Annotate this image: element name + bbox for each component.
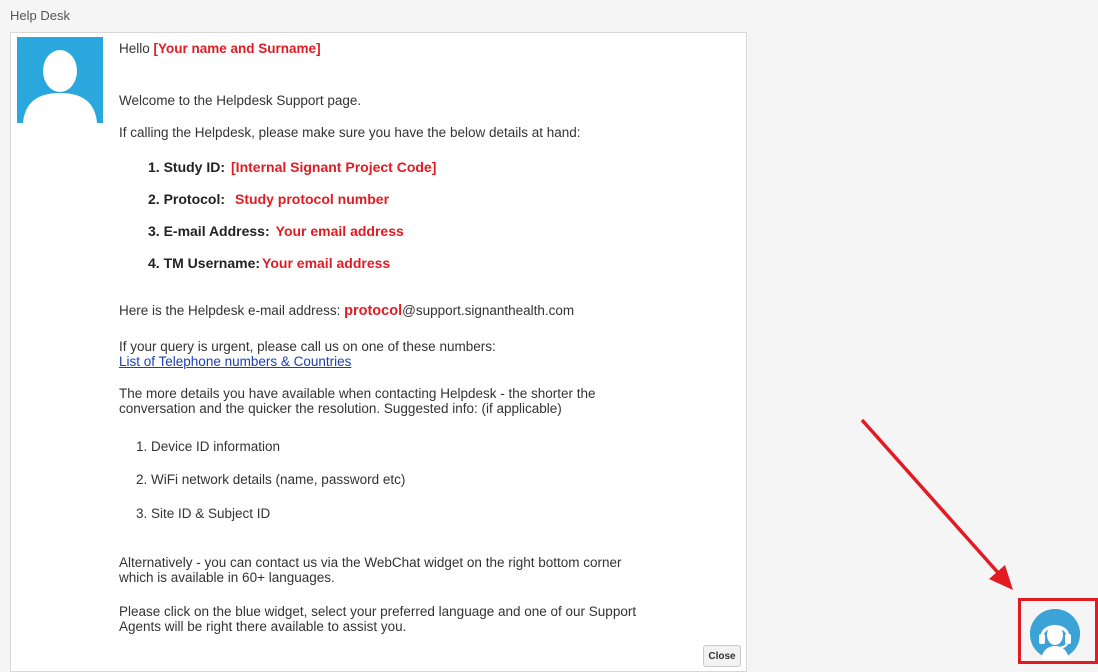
- suggested-item: 1. Device ID information: [136, 439, 281, 454]
- helpdesk-panel: Hello [Your name and Surname] Welcome to…: [10, 32, 747, 672]
- detail-email: 3. E-mail Address: Your email address: [148, 223, 404, 239]
- detail-value: [Internal Signant Project Code]: [231, 159, 437, 175]
- suggested-item: 2. WiFi network details (name, password …: [136, 472, 406, 487]
- detail-label: 4. TM Username:: [148, 255, 261, 271]
- red-arrow-annotation-icon: [860, 418, 1013, 590]
- welcome-text: Welcome to the Helpdesk Support page.: [119, 93, 362, 108]
- detail-label: 3. E-mail Address:: [148, 223, 270, 239]
- detail-label: 2. Protocol:: [148, 191, 226, 207]
- detail-protocol: 2. Protocol: Study protocol number: [148, 191, 389, 207]
- title-bar: Help Desk: [0, 0, 1098, 30]
- support-agent-icon: [1030, 609, 1080, 659]
- detail-value: Your email address: [262, 255, 391, 271]
- detail-value: Study protocol number: [235, 191, 390, 207]
- greeting-line: Hello [Your name and Surname]: [119, 41, 321, 57]
- user-avatar-icon: [17, 37, 103, 123]
- email-domain: @support.signanthealth.com: [402, 303, 575, 318]
- urgent-text: If your query is urgent, please call us …: [119, 339, 496, 354]
- email-highlight: protocol: [344, 303, 403, 319]
- webchat-line-1: Alternatively - you can contact us via t…: [119, 555, 622, 570]
- calling-text: If calling the Helpdesk, please make sur…: [119, 125, 581, 140]
- more-details-line-2: conversation and the quicker the resolut…: [119, 401, 562, 416]
- detail-tm-username: 4. TM Username: Your email address: [148, 255, 390, 271]
- phone-numbers-link[interactable]: List of Telephone numbers & Countries: [119, 354, 351, 370]
- widget-line-2: Agents will be right there available to …: [119, 619, 407, 634]
- hello-text: Hello: [119, 41, 150, 56]
- name-placeholder: [Your name and Surname]: [153, 41, 321, 56]
- suggested-item: 3. Site ID & Subject ID: [136, 506, 271, 521]
- detail-study-id: 1. Study ID: [Internal Signant Project Co…: [148, 159, 436, 175]
- detail-value: Your email address: [275, 223, 404, 239]
- more-details-line-1: The more details you have available when…: [119, 386, 596, 401]
- email-line: Here is the Helpdesk e-mail address: pro…: [119, 303, 574, 319]
- window-title: Help Desk: [10, 8, 70, 23]
- webchat-line-2: which is available in 60+ languages.: [119, 570, 335, 585]
- email-prefix: Here is the Helpdesk e-mail address:: [119, 303, 341, 318]
- support-agent-widget[interactable]: [1030, 609, 1080, 659]
- detail-label: 1. Study ID:: [148, 159, 226, 175]
- widget-line-1: Please click on the blue widget, select …: [119, 604, 637, 619]
